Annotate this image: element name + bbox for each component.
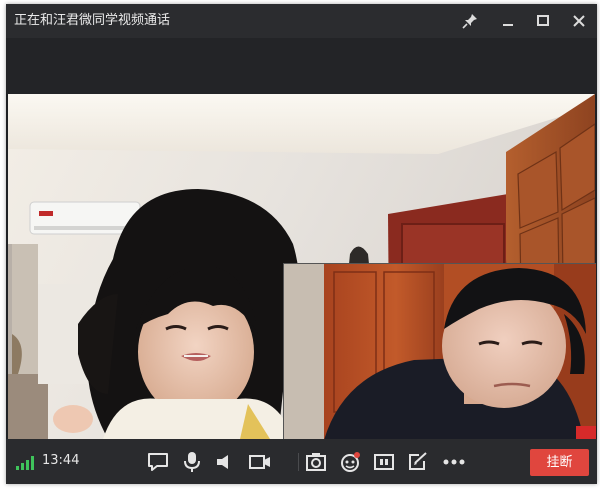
camera-icon[interactable] [248,451,272,473]
speaker-icon[interactable] [212,451,236,473]
minimize-icon[interactable] [496,9,520,33]
toolbar-divider [298,453,299,471]
screenshot-icon[interactable] [304,451,328,473]
pin-icon[interactable] [458,9,482,33]
hangup-button[interactable]: 挂断 [530,449,589,476]
call-control-bar: 13:44 挂断 [6,439,597,484]
video-header-area [6,38,597,94]
title-bar: 正在和汪君微同学视频通话 [6,4,597,38]
more-icon[interactable] [442,451,466,473]
signal-strength-icon [16,455,38,470]
close-icon[interactable] [567,9,591,33]
call-duration: 13:44 [42,453,80,468]
self-video[interactable] [283,263,596,440]
layout-icon[interactable] [372,451,396,473]
effects-icon[interactable] [338,451,362,473]
microphone-icon[interactable] [180,451,204,473]
chat-icon[interactable] [146,451,170,473]
notification-dot [354,452,360,458]
edit-icon[interactable] [406,451,430,473]
maximize-icon[interactable] [531,9,555,33]
window-title: 正在和汪君微同学视频通话 [14,13,171,28]
video-call-window: 正在和汪君微同学视频通话 13:44 挂断 [6,4,597,484]
